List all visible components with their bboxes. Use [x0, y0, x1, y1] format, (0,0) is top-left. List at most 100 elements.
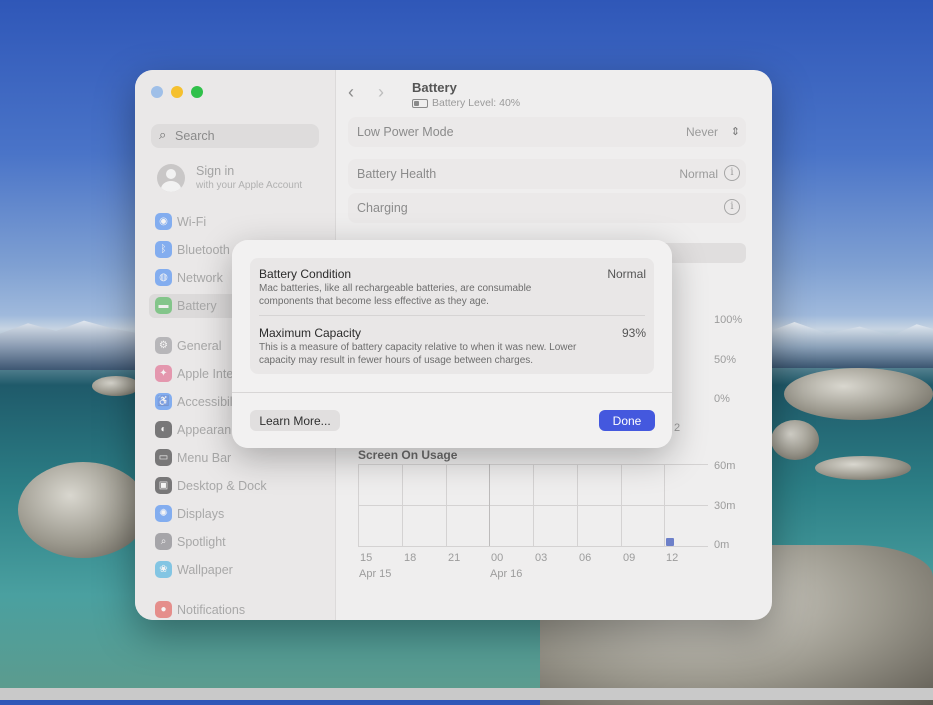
capacity-value: 93% [621, 326, 646, 340]
rock-left-large [18, 462, 148, 558]
search-field[interactable]: ⌕ Search [151, 124, 319, 148]
sidebar-item-menu-bar[interactable]: ▭ Menu Bar [149, 446, 321, 470]
low-power-value: Never [685, 125, 718, 139]
rock-right-flat [815, 456, 911, 480]
pane-header: Battery Battery Level: 40% [412, 80, 520, 109]
spotlight-icon: ⌕ [155, 533, 172, 550]
usage-gridline-v [621, 464, 622, 546]
rock-left-small [92, 376, 140, 396]
level-tick-0: 0% [714, 393, 730, 405]
level-tick-100: 100% [714, 314, 743, 326]
wifi-icon: ◉ [155, 213, 172, 230]
battery-level-text: Battery Level: 40% [432, 97, 521, 109]
sidebar-item-label: Accessibili [177, 395, 236, 409]
info-icon[interactable]: i [724, 165, 740, 181]
close-button[interactable] [151, 86, 163, 98]
battery-health-value: Normal [679, 167, 718, 181]
info-icon[interactable]: i [724, 199, 740, 215]
sidebar-item-label: Battery [177, 299, 217, 313]
sign-in-subtitle: with your Apple Account [196, 180, 303, 191]
usage-gridline-v [489, 464, 490, 546]
charging-row: Charging i [348, 193, 746, 223]
usage-x-tick: 18 [404, 552, 417, 564]
sidebar-item-label: Desktop & Dock [177, 479, 267, 493]
battery-health-dialog: Battery Condition Normal Mac batteries, … [232, 240, 672, 448]
back-chevron-icon[interactable]: ‹ [348, 82, 354, 103]
learn-more-button[interactable]: Learn More... [250, 410, 340, 431]
desk-edge [0, 688, 933, 700]
battery-details-card: Battery Condition Normal Mac batteries, … [250, 258, 654, 374]
sidebar-item-label: Notifications [177, 603, 246, 617]
sidebar-item-label: Wi-Fi [177, 215, 207, 229]
minimize-button[interactable] [171, 86, 183, 98]
usage-x-tick: 06 [579, 552, 592, 564]
usage-x-tick: 00 [491, 552, 504, 564]
sidebar-item-label: Apple Inte [177, 367, 234, 381]
globe-icon: ◍ [155, 269, 172, 286]
mountains-left [0, 320, 140, 370]
appearance-icon: ◐ [155, 421, 172, 438]
usage-bar [666, 538, 674, 546]
sign-in-account[interactable]: Sign in with your Apple Account [157, 162, 327, 198]
sidebar-item-label: Wallpaper [177, 563, 233, 577]
low-power-mode-row[interactable]: Low Power Mode Never ⇕ [348, 117, 746, 147]
usage-gridline-v [533, 464, 534, 546]
usage-x-tick: 03 [535, 552, 548, 564]
accessibility-icon: ♿ [155, 393, 172, 410]
wallpaper-icon: ❀ [155, 561, 172, 578]
sidebar-item-label: Bluetooth [177, 243, 230, 257]
avatar [157, 164, 185, 192]
battery-small-icon [412, 98, 428, 108]
menu-bar-icon: ▭ [155, 449, 172, 466]
displays-icon: ✺ [155, 505, 172, 522]
sidebar-item-wallpaper[interactable]: ❀ Wallpaper [149, 558, 321, 582]
low-power-label: Low Power Mode [357, 125, 454, 139]
capacity-title: Maximum Capacity [259, 326, 362, 340]
sidebar-item-label: Displays [177, 507, 225, 521]
mountains-right [770, 322, 933, 368]
sidebar-item-displays[interactable]: ✺ Displays [149, 502, 321, 526]
sign-in-title: Sign in [196, 164, 235, 178]
screen-on-usage-chart: 15 18 21 00 03 06 09 12 [358, 464, 708, 564]
usage-gridline-v [358, 464, 359, 546]
usage-date-label: Apr 15 [359, 568, 392, 580]
usage-gridline-h [358, 546, 708, 547]
usage-tick-30m: 30m [714, 500, 736, 512]
condition-title: Battery Condition [259, 267, 352, 281]
usage-x-tick: 21 [448, 552, 461, 564]
usage-date-label: Apr 16 [490, 568, 523, 580]
sidebar-item-label: Menu Bar [177, 451, 232, 465]
sidebar-item-label: Appearan [177, 423, 232, 437]
gear-icon: ⚙ [155, 337, 172, 354]
rock-right-cluster [784, 368, 933, 420]
sidebar-item-notifications[interactable]: ● Notifications [149, 598, 321, 620]
updown-chevron-icon[interactable]: ⇕ [731, 125, 740, 138]
battery-health-label: Battery Health [357, 167, 437, 181]
sidebar-item-spotlight[interactable]: ⌕ Spotlight [149, 530, 321, 554]
sidebar-item-desktop-dock[interactable]: ▣ Desktop & Dock [149, 474, 321, 498]
sidebar-item-label: Spotlight [177, 535, 226, 549]
screen-usage-title: Screen On Usage [358, 448, 458, 462]
done-button[interactable]: Done [599, 410, 655, 431]
forward-chevron-icon[interactable]: › [378, 82, 384, 103]
dock-icon: ▣ [155, 477, 172, 494]
battery-level: Battery Level: 40% [412, 97, 520, 109]
usage-x-tick: 09 [623, 552, 636, 564]
battery-health-row: Battery Health Normal i [348, 159, 746, 189]
search-icon: ⌕ [159, 127, 167, 142]
usage-gridline-v [577, 464, 578, 546]
condition-value: Normal [607, 267, 646, 281]
bluetooth-icon: ᛒ [155, 241, 172, 258]
sidebar-item-wifi[interactable]: ◉ Wi-Fi [149, 210, 321, 234]
charging-label: Charging [357, 201, 408, 215]
apple-intelligence-icon: ✦ [155, 365, 172, 382]
usage-gridline-v [446, 464, 447, 546]
usage-x-tick: 12 [666, 552, 679, 564]
notifications-icon: ● [155, 601, 172, 618]
level-tick-50: 50% [714, 354, 737, 366]
dialog-divider [232, 392, 672, 393]
capacity-description: This is a measure of battery capacity re… [259, 342, 577, 366]
condition-description: Mac batteries, like all rechargeable bat… [259, 283, 532, 307]
card-separator [259, 315, 645, 316]
zoom-button[interactable] [191, 86, 203, 98]
